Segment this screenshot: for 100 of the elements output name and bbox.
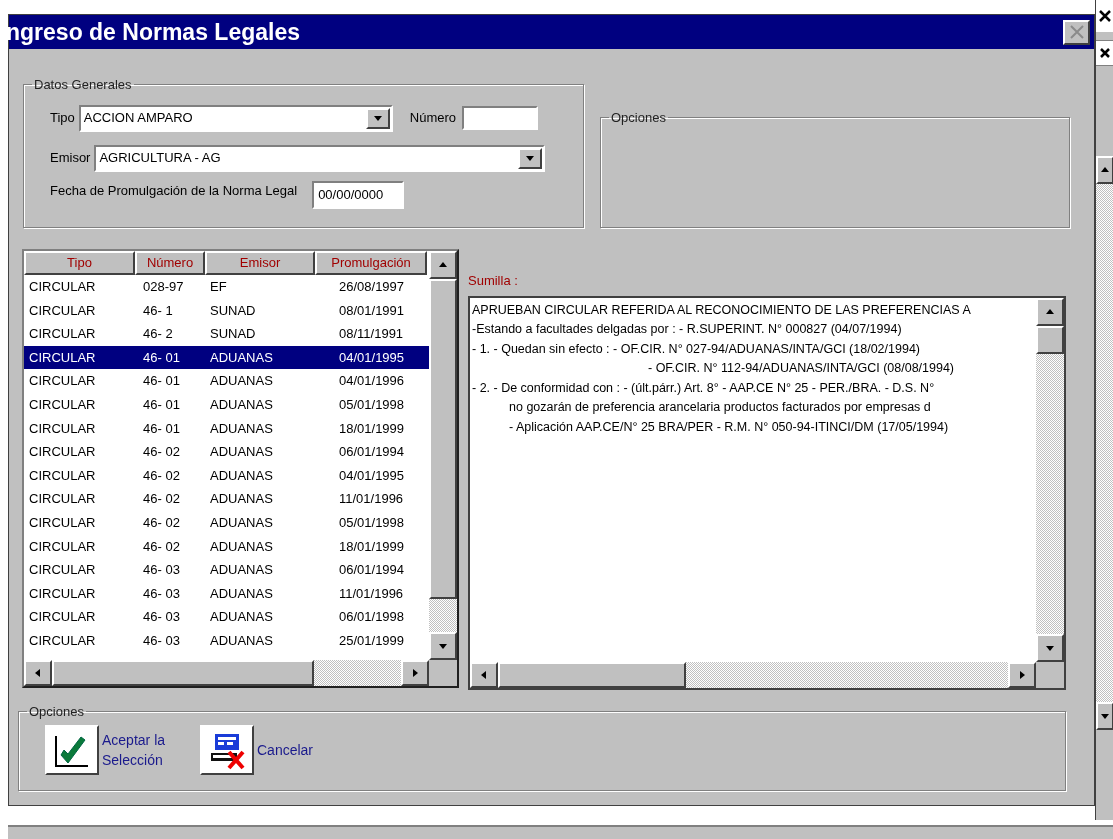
scrollbar-thumb[interactable] [429, 279, 457, 599]
table-cell-text: 46- 02 [142, 490, 181, 509]
list-row[interactable]: CIRCULAR 46- 01 ADUANAS 18/01/1999 [24, 416, 429, 441]
close-button[interactable] [1096, 40, 1113, 66]
scroll-up-button[interactable] [1036, 297, 1064, 326]
table-cell-text: CIRCULAR [28, 490, 97, 509]
table-cell-text: CIRCULAR [28, 278, 97, 297]
scroll-down-button[interactable] [1036, 633, 1064, 662]
list-row[interactable]: CIRCULAR 46- 1 SUNAD 08/01/1991 [24, 298, 429, 323]
icon-button[interactable] [200, 725, 254, 775]
field-label: Emisor [50, 149, 91, 168]
date-input-field[interactable]: 00/00/0000 [312, 180, 405, 209]
group-title: Opciones [28, 702, 85, 721]
field-label: Fecha de Promulgación de la Norma Legal [50, 181, 298, 200]
field-label: Tipo [50, 109, 75, 128]
scrollbar-thumb[interactable] [52, 660, 314, 686]
table-cell-text: 05/01/1998 [338, 514, 406, 532]
table-cell-text: CIRCULAR [28, 537, 97, 556]
list-row[interactable]: CIRCULAR 46- 02 ADUANAS 18/01/1999 [24, 534, 429, 559]
scroll-right-button[interactable] [401, 660, 429, 686]
table-cell-text: 46- 03 [142, 584, 181, 603]
table-cell-text: 06/01/1994 [338, 561, 406, 580]
group-title: Datos Generales [33, 76, 133, 94]
table-cell-text: 46- 01 [142, 372, 181, 391]
window-title: ngreso de Normas Legales [6, 17, 300, 47]
left-arrow-icon [479, 669, 489, 680]
down-arrow-icon [372, 113, 383, 123]
button-caption[interactable]: Cancelar [257, 740, 314, 760]
horizontal-scrollbar[interactable] [470, 661, 1036, 688]
scroll-right-button[interactable] [1008, 661, 1036, 688]
table-cell-text: EF [209, 278, 228, 297]
list-row[interactable]: CIRCULAR 46- 03 ADUANAS 11/01/1996 [24, 581, 429, 606]
table-cell-text: ADUANAS [209, 348, 274, 367]
table-cell-text: 11/01/1996 [338, 584, 405, 603]
summary-label: Sumilla : [468, 272, 519, 290]
table-cell-text: CIRCULAR [28, 372, 97, 391]
up-arrow-icon [1100, 165, 1110, 175]
table-cell-text: ADUANAS [209, 490, 274, 509]
number-input-field[interactable] [462, 106, 539, 130]
table-cell-text: CIRCULAR [28, 348, 97, 367]
button-caption[interactable]: Aceptar la Selección [102, 730, 182, 770]
table-cell-text: CIRCULAR [28, 301, 97, 320]
summary-line: no gozarán de preferencia arancelaria productos facturados por empresas d [508, 399, 932, 417]
table-cell-text: ADUANAS [209, 466, 274, 485]
right-arrow-icon [410, 668, 420, 678]
list-row[interactable]: CIRCULAR 46- 01 ADUANAS 04/01/1995 [24, 345, 429, 370]
scroll-down-button[interactable] [429, 632, 457, 660]
column-header[interactable]: Promulgación [315, 251, 427, 275]
table-cell-text: 11/01/1996 [338, 490, 405, 509]
list-row[interactable]: CIRCULAR 46- 02 ADUANAS 06/01/1994 [24, 440, 429, 464]
scroll-left-button[interactable] [470, 661, 498, 688]
table-cell-text: ADUANAS [209, 631, 274, 650]
horizontal-scrollbar[interactable] [24, 660, 429, 686]
vertical-scrollbar[interactable] [429, 251, 457, 660]
column-header[interactable]: Emisor [205, 251, 315, 275]
scrollbar-thumb[interactable] [1036, 325, 1064, 354]
list-row[interactable]: CIRCULAR 46- 03 ADUANAS 06/01/1998 [24, 605, 429, 629]
icon-button[interactable] [45, 725, 99, 775]
list-row[interactable]: CIRCULAR 46- 03 ADUANAS 25/01/1999 [24, 628, 429, 653]
table-cell-text: 05/01/1998 [338, 396, 406, 414]
scroll-up-button[interactable] [1096, 156, 1113, 184]
down-arrow-icon [438, 641, 448, 651]
list-row[interactable]: CIRCULAR 46- 02 ADUANAS 05/01/1998 [24, 510, 429, 535]
list-row[interactable]: CIRCULAR 46- 2 SUNAD 08/11/1991 [24, 322, 429, 346]
column-header[interactable]: Tipo [24, 251, 135, 275]
table-cell-text: 46- 03 [142, 608, 181, 627]
table-cell-text: CIRCULAR [28, 514, 97, 532]
table-cell-text: 46- 02 [142, 443, 181, 462]
vertical-scrollbar[interactable] [1036, 297, 1064, 662]
type-combo-box[interactable]: ACCION AMPARO [78, 104, 393, 132]
list-row[interactable]: CIRCULAR 46- 01 ADUANAS 05/01/1998 [24, 392, 429, 417]
table-cell-text: 46- 02 [142, 514, 181, 532]
table-cell-text: 46- 1 [142, 301, 174, 320]
issuer-combo-box[interactable]: AGRICULTURA - AG [94, 144, 546, 172]
table-cell-text: ADUANAS [209, 537, 274, 556]
column-header[interactable]: Número [135, 251, 205, 275]
list-row[interactable]: CIRCULAR 46- 02 ADUANAS 04/01/1995 [24, 463, 429, 488]
left-arrow-icon [33, 668, 43, 678]
table-cell-text: 04/01/1996 [338, 372, 406, 391]
list-row[interactable]: CIRCULAR 46- 02 ADUANAS 11/01/1996 [24, 487, 429, 511]
table-cell-text: ADUANAS [209, 608, 274, 627]
list-row[interactable]: CIRCULAR 028-97 EF 26/08/1997 [24, 275, 429, 299]
table-cell-text: 46- 01 [142, 419, 181, 438]
table-cell-text: SUNAD [209, 325, 257, 344]
list-row[interactable]: CIRCULAR 46- 03 ADUANAS 06/01/1994 [24, 558, 429, 582]
list-row[interactable]: CIRCULAR 46- 01 ADUANAS 04/01/1996 [24, 369, 429, 393]
dropdown-button[interactable] [365, 107, 390, 129]
scroll-up-button[interactable] [429, 251, 457, 279]
close-button[interactable] [1096, 0, 1113, 32]
table-cell-text: 46- 02 [142, 537, 181, 556]
scrollbar-thumb[interactable] [498, 661, 686, 688]
scroll-left-button[interactable] [24, 660, 52, 686]
table-cell-text: ADUANAS [209, 419, 274, 438]
field-label: Número [409, 109, 457, 128]
table-cell-text: ADUANAS [209, 584, 274, 603]
table-cell-text: 04/01/1995 [338, 466, 406, 485]
scroll-down-button[interactable] [1096, 702, 1113, 730]
summary-line: - 2. - De conformidad con : - (últ.párr.) Art. 8° - AAP.CE N° 25 - PER./BRA. - D.S. N° [471, 379, 936, 397]
down-arrow-icon [1100, 711, 1110, 721]
dropdown-button[interactable] [518, 147, 543, 169]
